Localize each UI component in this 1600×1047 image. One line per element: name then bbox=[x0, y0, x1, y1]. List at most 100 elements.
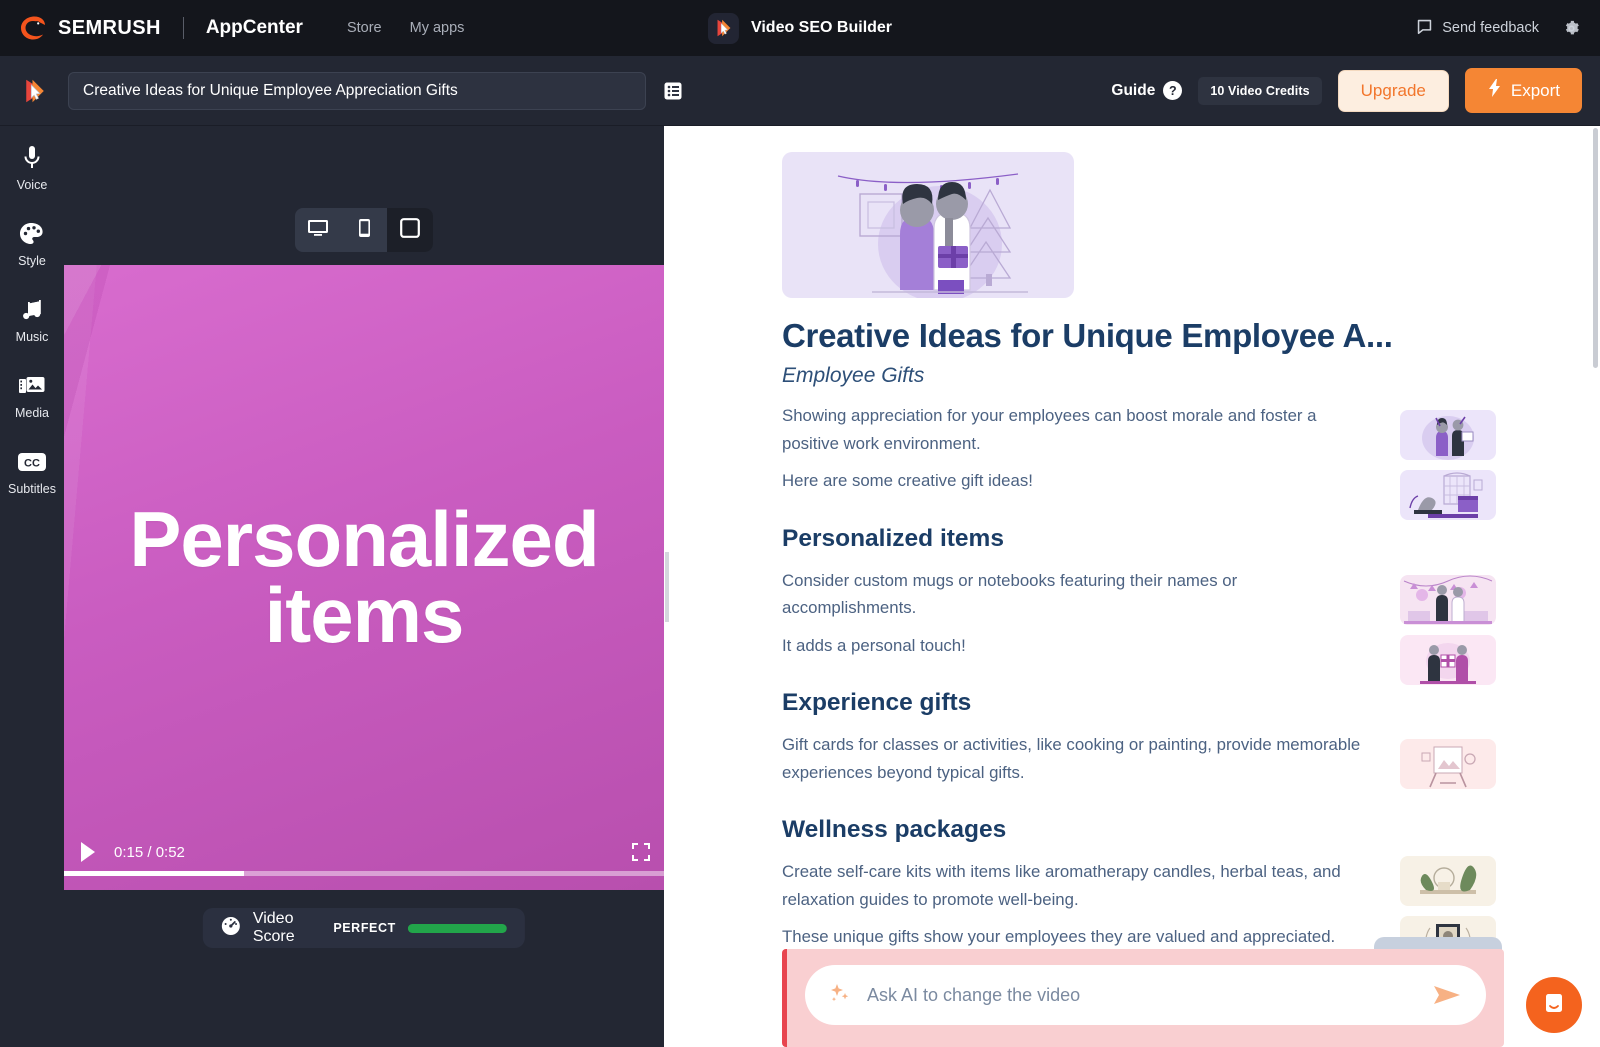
content-scrollbar[interactable] bbox=[1593, 128, 1598, 368]
music-note-icon bbox=[20, 296, 44, 324]
workspace-plants-illustration[interactable] bbox=[1400, 469, 1496, 520]
nav-item-my-apps[interactable]: My apps bbox=[410, 20, 465, 36]
gauge-icon bbox=[221, 916, 241, 941]
sidebar-item-voice[interactable]: Voice bbox=[0, 144, 64, 192]
section-thumbs bbox=[1400, 574, 1496, 685]
hero-image[interactable] bbox=[782, 152, 1074, 298]
document-paragraph[interactable]: Showing appreciation for your employees … bbox=[782, 402, 1367, 457]
support-chat-button[interactable] bbox=[1526, 977, 1582, 1033]
office-party-illustration[interactable] bbox=[1400, 574, 1496, 625]
section-wellness-packages: Wellness packages Create self-care kits … bbox=[782, 816, 1496, 967]
document-paragraph[interactable]: Create self-care kits with items like ar… bbox=[782, 858, 1367, 913]
gear-icon[interactable] bbox=[1561, 18, 1582, 39]
video-play-cursor-icon bbox=[707, 12, 739, 44]
upgrade-button[interactable]: Upgrade bbox=[1337, 69, 1449, 112]
intro-thumbs bbox=[1400, 409, 1496, 520]
sidebar-item-label: Media bbox=[14, 406, 50, 420]
video-preview-panel: Personalized items 0:15 / 0:52 Video Sco… bbox=[64, 126, 664, 1047]
export-button[interactable]: Export bbox=[1464, 68, 1582, 113]
fullscreen-icon[interactable] bbox=[632, 843, 650, 861]
easel-painting-illustration[interactable] bbox=[1400, 739, 1496, 790]
question-mark-icon: ? bbox=[1163, 81, 1183, 100]
intro-section: Showing appreciation for your employees … bbox=[782, 402, 1496, 520]
project-title-input[interactable] bbox=[68, 71, 646, 110]
toolbar-actions: Guide ? 10 Video Credits Upgrade Export bbox=[1111, 68, 1582, 113]
document-paragraph[interactable]: Here are some creative gift ideas! bbox=[782, 467, 1367, 495]
current-app: Video SEO Builder bbox=[707, 12, 893, 44]
square-icon bbox=[400, 217, 420, 243]
section-heading[interactable]: Wellness packages bbox=[782, 816, 1496, 844]
video-canvas[interactable]: Personalized items bbox=[64, 265, 664, 890]
guide-button[interactable]: Guide ? bbox=[1111, 81, 1183, 100]
video-score-label: Video Score bbox=[252, 910, 295, 945]
tool-sidebar: Voice Style Music Media CC Subtitles bbox=[0, 126, 64, 1047]
video-credits-badge: 10 Video Credits bbox=[1198, 76, 1322, 105]
editor-body: Voice Style Music Media CC Subtitles Per… bbox=[0, 126, 1600, 1047]
device-toggle-desktop[interactable] bbox=[295, 208, 341, 252]
comment-icon bbox=[1416, 18, 1433, 39]
semrush-logo[interactable]: SEMRUSH AppCenter bbox=[18, 13, 303, 43]
section-thumbs bbox=[1400, 739, 1496, 790]
spa-candle-illustration[interactable] bbox=[1400, 856, 1496, 907]
logo-divider bbox=[182, 17, 184, 39]
document-paragraph[interactable]: These unique gifts show your employees t… bbox=[782, 923, 1367, 951]
video-progress-bar[interactable] bbox=[64, 871, 664, 876]
phone-icon bbox=[358, 218, 371, 243]
palette-icon bbox=[19, 220, 45, 248]
sidebar-item-label: Style bbox=[18, 254, 46, 268]
global-header: SEMRUSH AppCenter Store My apps Video SE… bbox=[0, 0, 1600, 56]
sidebar-item-style[interactable]: Style bbox=[0, 220, 64, 268]
export-label: Export bbox=[1510, 80, 1560, 100]
microphone-icon bbox=[20, 144, 44, 172]
sidebar-item-subtitles[interactable]: CC Subtitles bbox=[0, 448, 64, 496]
document-title[interactable]: Creative Ideas for Unique Employee A... bbox=[782, 318, 1496, 355]
monitor-icon bbox=[307, 218, 329, 243]
header-actions: Send feedback bbox=[1416, 18, 1582, 39]
document-paragraph[interactable]: Gift cards for classes or activities, li… bbox=[782, 731, 1367, 786]
chat-bubble-icon bbox=[1540, 989, 1568, 1022]
document-paragraph[interactable]: Consider custom mugs or notebooks featur… bbox=[782, 567, 1367, 622]
brand-name: SEMRUSH bbox=[58, 16, 161, 39]
video-time-display: 0:15 / 0:52 bbox=[114, 843, 185, 861]
guide-label: Guide bbox=[1111, 81, 1156, 99]
sparkle-icon bbox=[829, 982, 851, 1009]
document-panel: Try editing the text Creative Ideas for … bbox=[670, 126, 1600, 1047]
sidebar-item-label: Music bbox=[15, 330, 49, 344]
document-paragraph[interactable]: It adds a personal touch! bbox=[782, 632, 1367, 660]
ai-prompt-bar bbox=[782, 949, 1504, 1047]
closed-captions-icon: CC bbox=[17, 448, 47, 476]
app-title: Video SEO Builder bbox=[750, 19, 893, 36]
celebration-toast-illustration[interactable] bbox=[1400, 409, 1496, 460]
device-toggle-mobile[interactable] bbox=[341, 208, 387, 252]
play-icon[interactable] bbox=[78, 841, 100, 863]
sidebar-item-media[interactable]: Media bbox=[0, 372, 64, 420]
device-toggle-square[interactable] bbox=[387, 208, 433, 252]
section-personalized-items: Personalized items Consider custom mugs … bbox=[782, 525, 1496, 685]
ai-prompt-input[interactable] bbox=[867, 984, 1416, 1006]
brand-product: AppCenter bbox=[205, 17, 303, 38]
app-root: SEMRUSH AppCenter Store My apps Video SE… bbox=[0, 0, 1600, 1047]
svg-text:CC: CC bbox=[24, 458, 40, 470]
sidebar-item-label: Subtitles bbox=[8, 482, 56, 496]
device-toggle-group bbox=[295, 208, 433, 252]
send-feedback-button[interactable]: Send feedback bbox=[1416, 18, 1539, 39]
video-controls: 0:15 / 0:52 bbox=[64, 814, 664, 890]
section-heading[interactable]: Personalized items bbox=[782, 525, 1496, 553]
slide-text[interactable]: Personalized items bbox=[64, 500, 664, 654]
video-play-cursor-icon bbox=[18, 74, 52, 108]
sidebar-item-music[interactable]: Music bbox=[0, 296, 64, 344]
video-score-bar: Video Score PERFECT bbox=[202, 908, 526, 948]
list-outline-icon[interactable] bbox=[660, 78, 686, 104]
section-heading[interactable]: Experience gifts bbox=[782, 689, 1496, 717]
sidebar-item-label: Voice bbox=[16, 178, 48, 192]
editor-toolbar: Guide ? 10 Video Credits Upgrade Export bbox=[0, 56, 1600, 126]
send-arrow-icon[interactable] bbox=[1432, 983, 1462, 1007]
document-subtitle[interactable]: Employee Gifts bbox=[782, 364, 1496, 388]
video-score-value: PERFECT bbox=[333, 921, 396, 935]
ai-input-row[interactable] bbox=[805, 965, 1486, 1025]
image-stack-icon bbox=[18, 372, 46, 400]
gift-exchange-illustration[interactable] bbox=[1400, 634, 1496, 685]
video-score-meter bbox=[407, 923, 508, 933]
nav-item-store[interactable]: Store bbox=[347, 20, 382, 36]
section-experience-gifts: Experience gifts Gift cards for classes … bbox=[782, 689, 1496, 790]
